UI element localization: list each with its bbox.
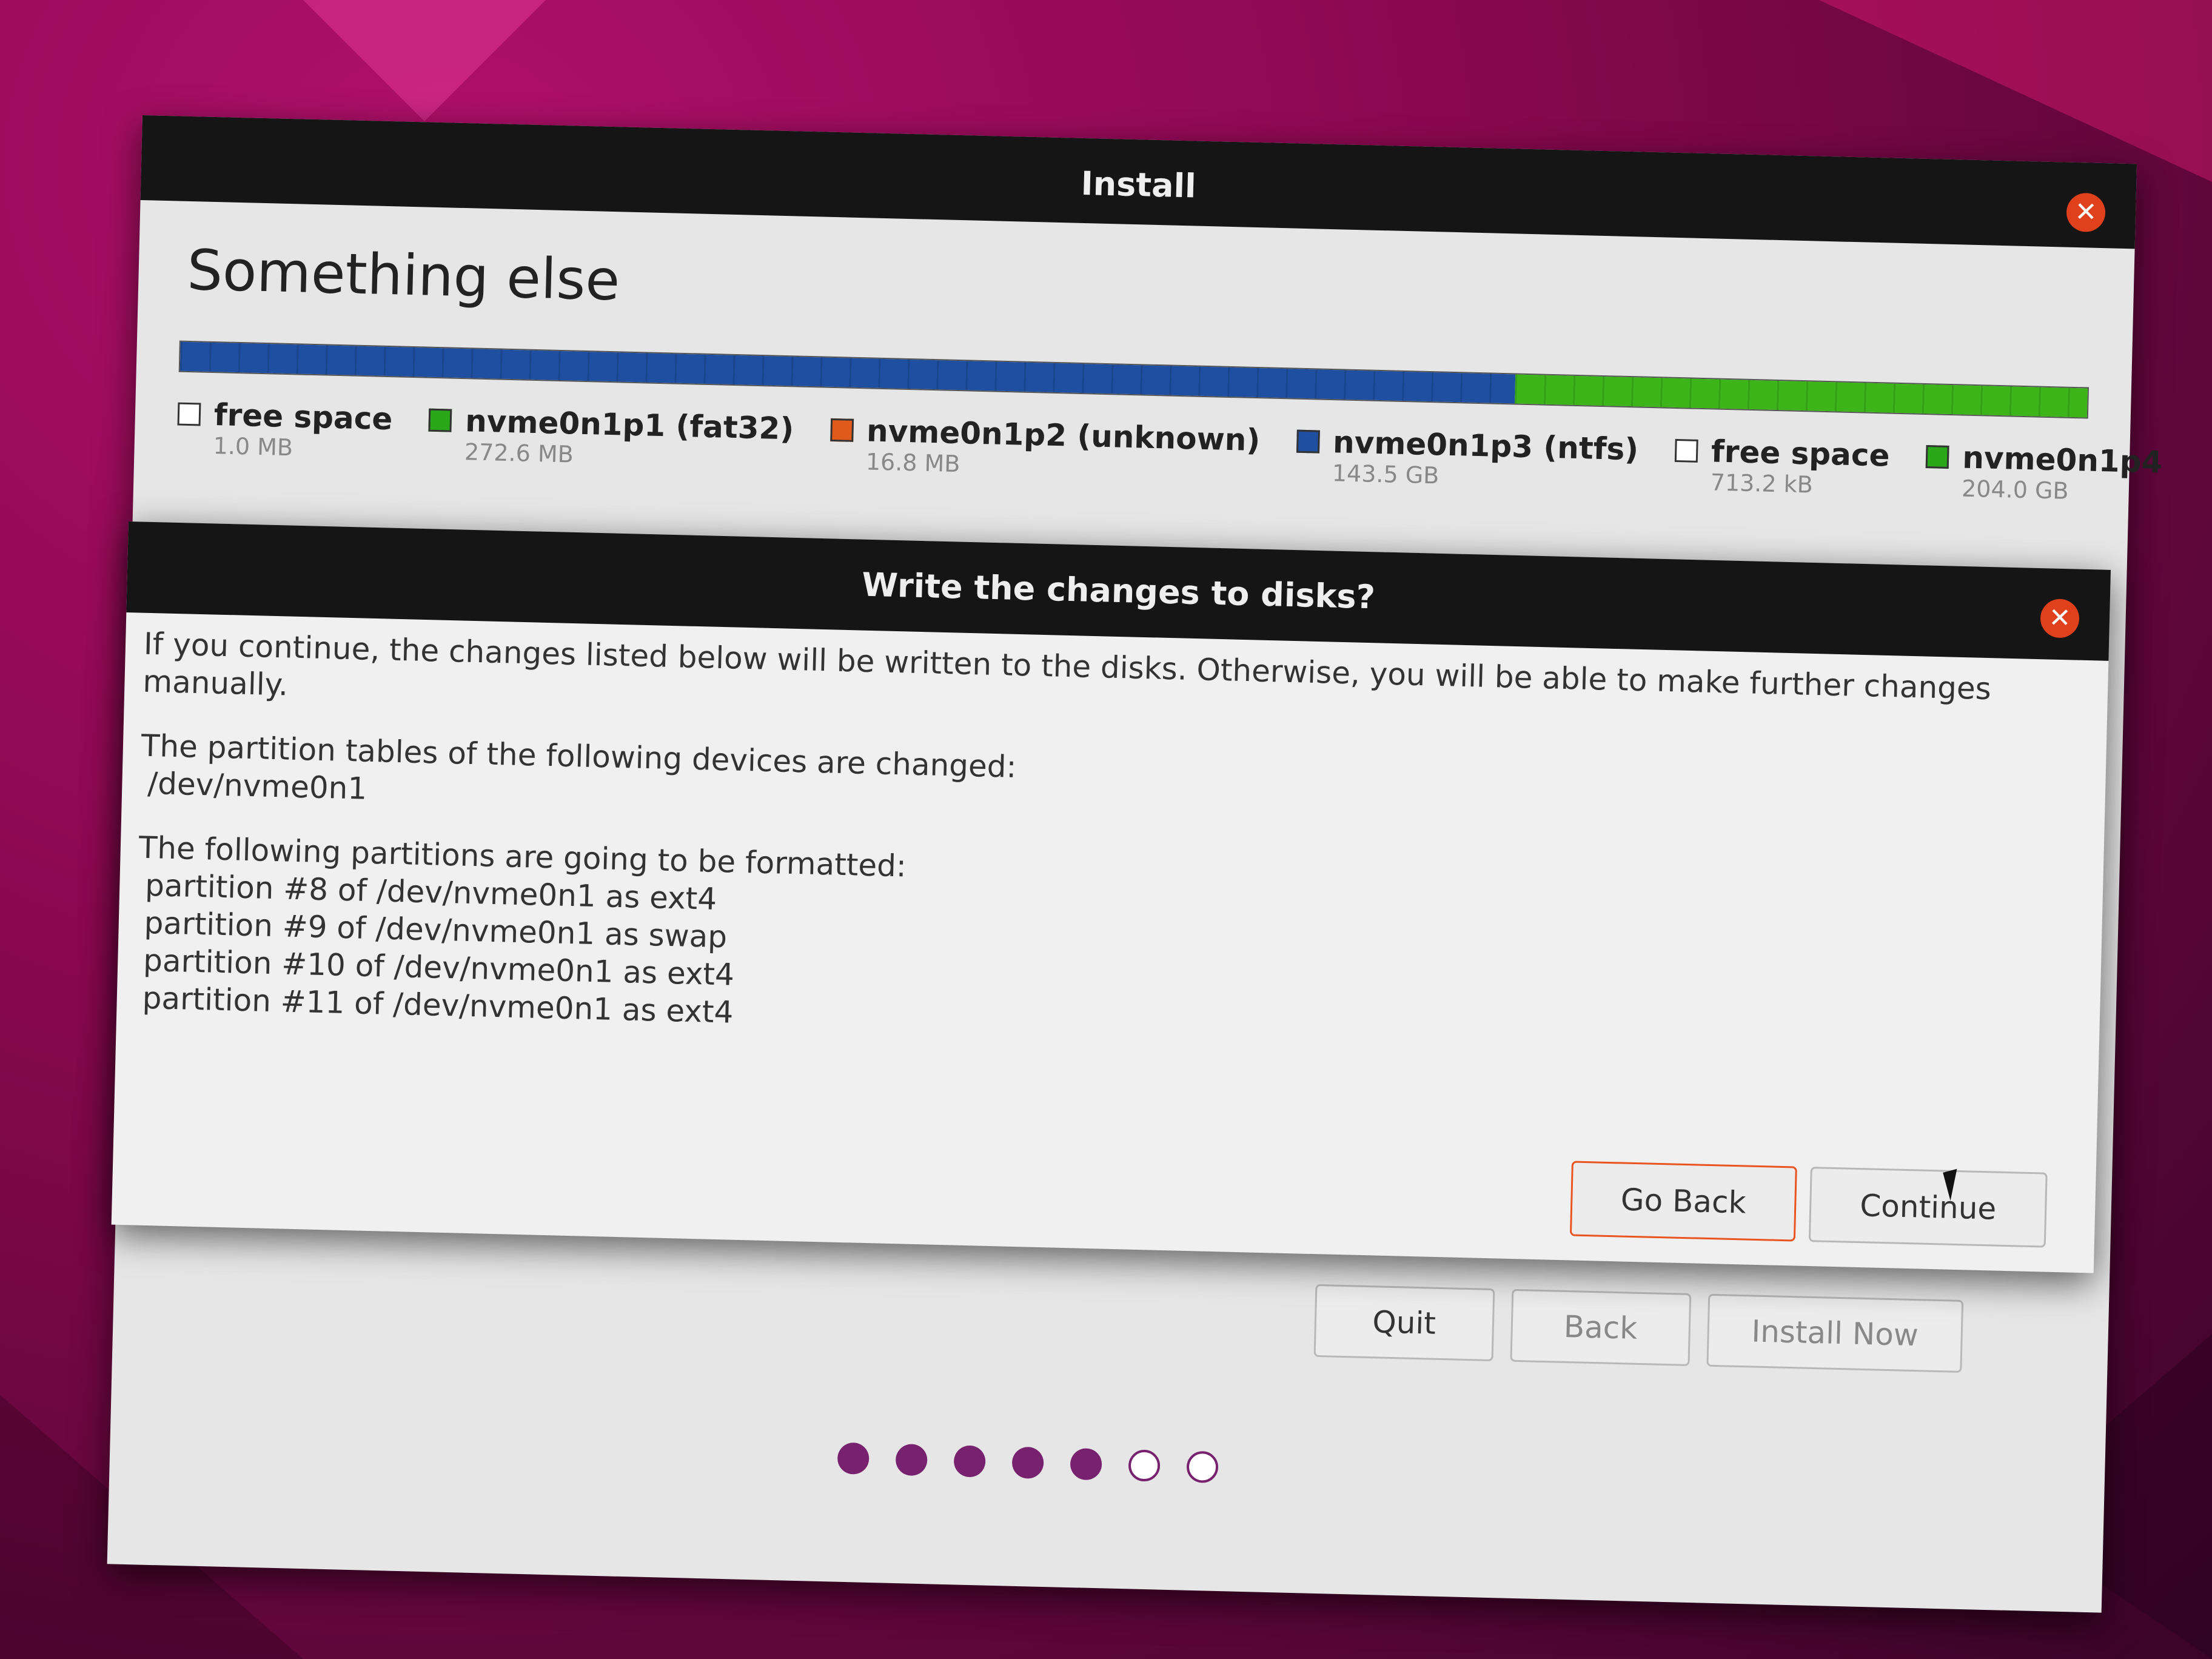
wizard-buttons: Quit Back Install Now	[1313, 1284, 1964, 1373]
step-dot-complete	[1011, 1446, 1044, 1479]
legend-item: nvme0n1p2 (unknown) 16.8 MB	[829, 412, 1261, 484]
close-icon[interactable]: ✕	[2040, 598, 2080, 638]
legend-item: nvme0n1p4 204.0 GB	[1925, 439, 2163, 506]
partition-label: free space	[213, 397, 394, 437]
back-button[interactable]: Back	[1510, 1289, 1691, 1366]
step-dot-pending	[1186, 1450, 1219, 1484]
partition-label: free space	[1711, 434, 1891, 474]
color-swatch	[1926, 445, 1949, 469]
progress-dots	[837, 1442, 1219, 1484]
dialog-buttons: Go Back Continue	[1569, 1161, 2048, 1248]
continue-button[interactable]: Continue	[1808, 1167, 2048, 1248]
step-dot-pending	[1128, 1449, 1161, 1482]
install-now-button[interactable]: Install Now	[1706, 1293, 1964, 1373]
dialog-body: If you continue, the changes listed belo…	[116, 612, 2109, 1077]
partition-legend: free space 1.0 MB nvme0n1p1 (fat32) 272.6 M…	[176, 397, 2163, 505]
legend-item: nvme0n1p1 (fat32) 272.6 MB	[428, 403, 794, 474]
color-swatch	[830, 418, 854, 442]
go-back-button[interactable]: Go Back	[1569, 1161, 1797, 1242]
legend-item: free space 713.2 kB	[1674, 433, 1890, 500]
color-swatch	[1674, 438, 1698, 463]
step-dot-complete	[837, 1442, 870, 1475]
partition-size: 713.2 kB	[1710, 469, 1814, 498]
quit-button[interactable]: Quit	[1313, 1284, 1495, 1362]
window-title: Install	[1080, 164, 1197, 206]
step-dot-complete	[953, 1445, 986, 1478]
dialog-title: Write the changes to disks?	[861, 565, 1376, 617]
color-swatch	[428, 408, 452, 432]
step-dot-complete	[895, 1444, 928, 1476]
write-changes-dialog: Write the changes to disks? ✕ If you con…	[111, 521, 2111, 1273]
partition-size: 1.0 MB	[213, 432, 293, 461]
partition-size: 204.0 GB	[1961, 475, 2070, 504]
close-icon[interactable]: ✕	[2066, 192, 2106, 233]
partition-label: nvme0n1p4	[1962, 440, 2163, 480]
legend-item: nvme0n1p3 (ntfs) 143.5 GB	[1295, 424, 1639, 494]
legend-item: free space 1.0 MB	[176, 397, 393, 464]
color-swatch	[1296, 429, 1320, 454]
step-dot-complete	[1070, 1448, 1102, 1481]
color-swatch	[177, 402, 201, 426]
